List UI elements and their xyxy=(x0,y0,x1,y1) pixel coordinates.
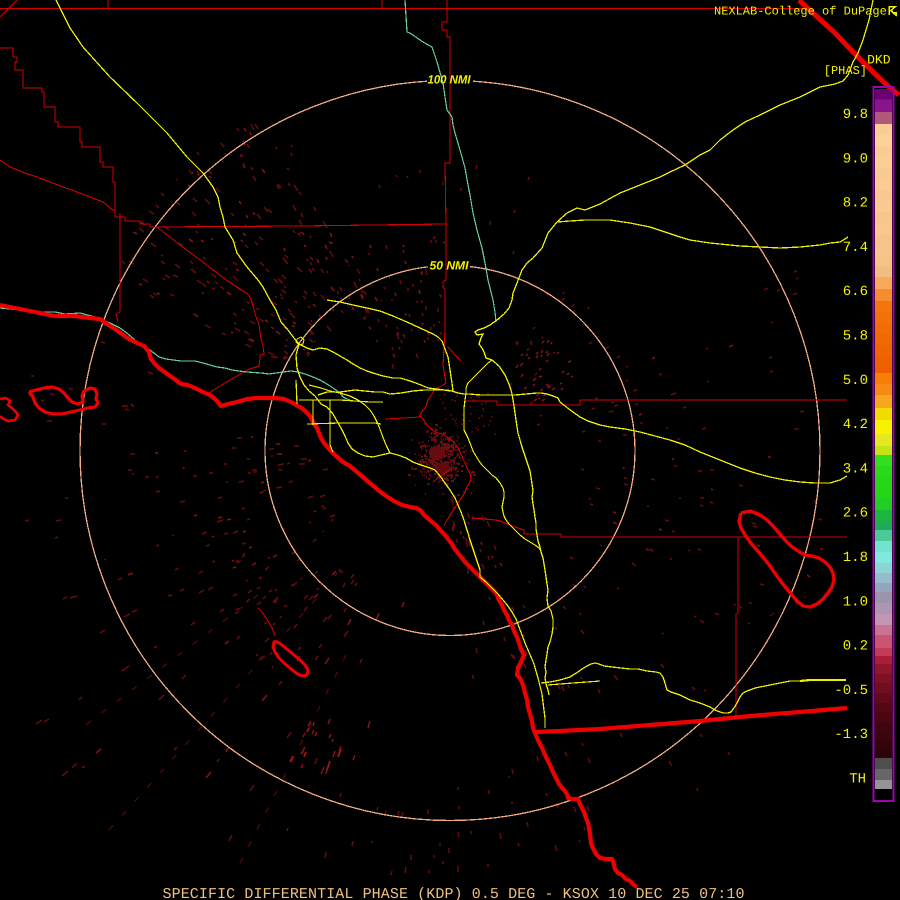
svg-text:100 NMI: 100 NMI xyxy=(428,73,472,87)
svg-text:SPECIFIC DIFFERENTIAL PHASE (K: SPECIFIC DIFFERENTIAL PHASE (KDP) 0.5 DE… xyxy=(163,886,745,900)
svg-text:4.2: 4.2 xyxy=(843,417,868,433)
svg-text:-0.5: -0.5 xyxy=(834,683,868,699)
svg-text:1.0: 1.0 xyxy=(843,594,868,610)
svg-text:8.2: 8.2 xyxy=(843,196,868,212)
svg-text:5.8: 5.8 xyxy=(843,329,868,345)
svg-text:NEXLAB-College of DuPage: NEXLAB-College of DuPage xyxy=(714,5,887,19)
svg-text:7.4: 7.4 xyxy=(843,240,868,256)
svg-text:[PHAS]: [PHAS] xyxy=(824,64,867,78)
svg-text:DKD: DKD xyxy=(867,53,891,68)
svg-text:-1.3: -1.3 xyxy=(834,727,868,743)
svg-text:6.6: 6.6 xyxy=(843,284,868,300)
svg-text:2.6: 2.6 xyxy=(843,506,868,522)
svg-text:5.0: 5.0 xyxy=(843,373,868,389)
svg-text:9.8: 9.8 xyxy=(843,107,868,123)
svg-text:0.2: 0.2 xyxy=(843,639,868,655)
svg-text:TH: TH xyxy=(849,771,866,787)
svg-text:50 NMI: 50 NMI xyxy=(430,259,470,273)
svg-text:3.4: 3.4 xyxy=(843,461,868,477)
svg-text:1.8: 1.8 xyxy=(843,550,868,566)
svg-text:9.0: 9.0 xyxy=(843,151,868,167)
